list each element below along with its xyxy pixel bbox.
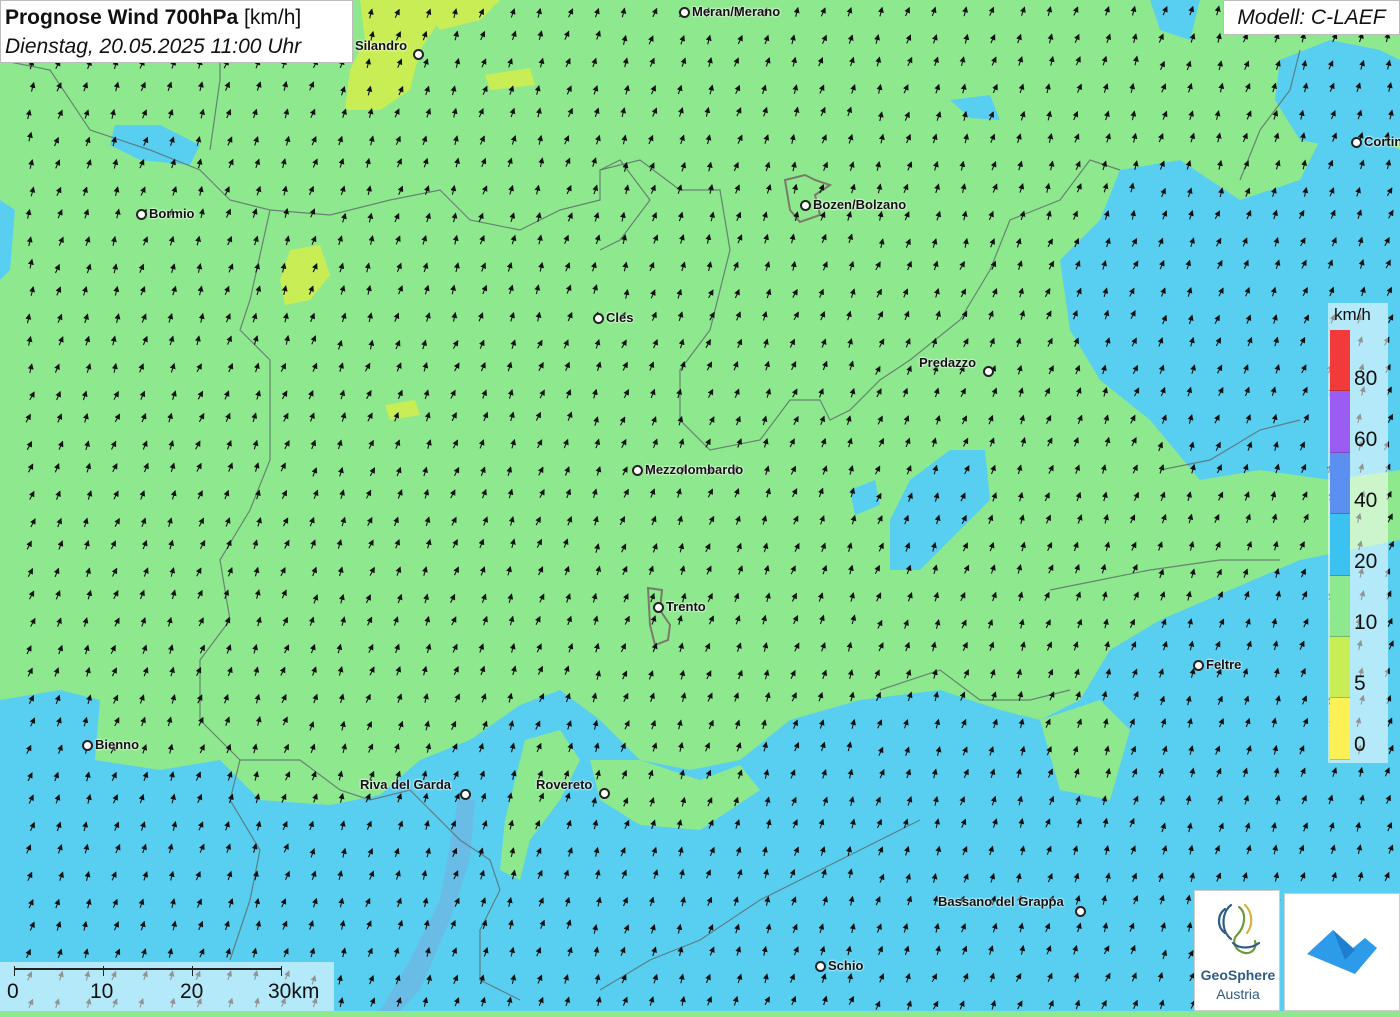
legend-color-segment [1330,452,1350,515]
color-legend: km/h 80 60 40 20 10 5 0 [1328,303,1388,763]
city-marker [82,740,93,751]
city-label: Silandro [355,38,408,53]
scale-bar: 0 10 20 30km [0,962,334,1011]
geosphere-logo[interactable]: GeoSphere Austria [1194,890,1280,1011]
forecast-datetime: Dienstag, 20.05.2025 11:00 Uhr [5,35,302,58]
city-marker [593,313,604,324]
title-box: Prognose Wind 700hPa [km/h] Dienstag, 20… [0,0,353,63]
geosphere-name: GeoSphere [1200,967,1276,983]
city-label: Feltre [1206,657,1242,672]
legend-color-segment [1330,698,1350,760]
scale-label: 0 [7,980,19,1003]
scale-tick [14,966,15,976]
city-marker [1351,137,1362,148]
city-marker [679,7,690,18]
scale-label: 10 [90,980,114,1003]
city-label: Cortina [1364,134,1400,149]
city-label: Bormio [149,206,195,221]
city-marker [983,366,994,377]
legend-unit: km/h [1334,305,1371,324]
scale-tick [192,966,193,976]
city-label: Mezzolombardo [645,462,744,477]
legend-label: 40 [1354,489,1378,512]
city-label: Meran/Merano [692,4,781,19]
scale-tick [103,966,104,976]
wind-map [0,0,1400,1011]
legend-label: 10 [1354,611,1378,634]
legend-label: 20 [1354,550,1378,573]
legend-color-segment [1330,575,1350,637]
legend-colorbar [1330,330,1350,760]
forecast-title: Prognose Wind 700hPa [5,6,239,29]
city-label: Schio [828,958,864,973]
weather-app-icon [1307,930,1377,974]
legend-color-segment [1330,391,1350,453]
legend-label: 0 [1354,733,1366,756]
city-marker [800,200,811,211]
city-marker [815,961,826,972]
city-marker [632,465,643,476]
city-marker [460,789,471,800]
legend-label: 80 [1354,367,1378,390]
city-label: Rovereto [536,777,593,792]
legend-label: 60 [1354,428,1378,451]
scale-tick [281,966,282,976]
model-label: Modell: C-LAEF [1223,0,1400,35]
city-marker [1075,906,1086,917]
scale-line [14,968,282,970]
scale-label: 30km [268,980,320,1003]
city-marker [413,49,424,60]
legend-color-segment [1330,514,1350,576]
weather-app-logo[interactable] [1284,893,1400,1011]
legend-color-segment [1330,636,1350,699]
legend-color-segment [1330,330,1350,392]
city-label: Bienno [95,737,140,752]
city-marker [653,602,664,613]
city-marker [136,209,147,220]
forecast-unit: [km/h] [244,6,302,29]
city-label: Trento [666,599,706,614]
legend-label: 5 [1354,672,1366,695]
city-label: Riva del Garda [360,777,452,792]
scale-label: 20 [180,980,204,1003]
geosphere-emblem-icon [1217,903,1261,955]
city-label: Bassano del Grappa [938,894,1064,909]
city-label: Predazzo [919,355,977,370]
city-label: Cles [606,310,634,325]
city-marker [1193,660,1204,671]
geosphere-country: Austria [1216,986,1260,1002]
city-label: Bozen/Bolzano [813,197,907,212]
city-marker [599,788,610,799]
